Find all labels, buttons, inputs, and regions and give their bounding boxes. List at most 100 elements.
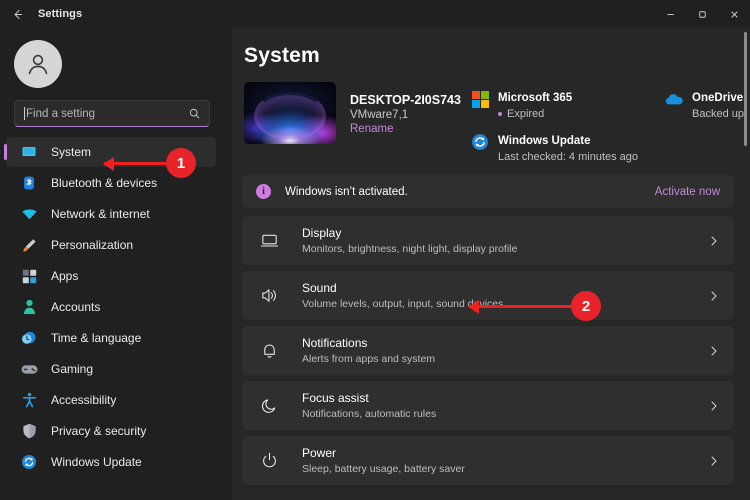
update-sync-icon <box>20 453 38 471</box>
settings-row-subtitle: Monitors, brightness, night light, displ… <box>302 243 518 255</box>
moon-icon <box>258 395 280 417</box>
close-button[interactable] <box>718 0 750 28</box>
status-card-title: Windows Update <box>498 135 591 147</box>
text-caret <box>24 107 25 120</box>
chevron-right-icon[interactable] <box>708 235 720 247</box>
sidebar-item-apps[interactable]: Apps <box>6 261 216 291</box>
person-icon <box>20 298 38 316</box>
settings-row-subtitle: Sleep, battery usage, battery saver <box>302 463 465 475</box>
status-card-subtitle: Backed up <box>692 108 745 120</box>
update-sync-icon <box>470 132 490 152</box>
settings-row-subtitle: Alerts from apps and system <box>302 353 436 365</box>
bluetooth-icon <box>20 174 38 192</box>
window-title: Settings <box>38 8 83 20</box>
settings-row-title: Notifications <box>302 336 368 350</box>
settings-row-notifications[interactable]: Notifications Alerts from apps and syste… <box>242 326 734 375</box>
sidebar-item-accounts[interactable]: Accounts <box>6 292 216 322</box>
sidebar-item-label: Accessibility <box>51 393 117 407</box>
accessibility-icon <box>20 391 38 409</box>
status-dot <box>498 112 502 116</box>
activation-banner-text: Windows isn’t activated. <box>285 185 408 198</box>
search-icon[interactable] <box>188 107 201 120</box>
activation-banner: i Windows isn’t activated. Activate now <box>242 175 734 208</box>
status-card-subtitle-text: Expired <box>507 108 545 120</box>
settings-row-title: Sound <box>302 281 337 295</box>
sidebar-item-time-language[interactable]: Time & language <box>6 323 216 353</box>
annotation-arrow-2 <box>469 305 573 308</box>
wifi-icon <box>20 205 38 223</box>
status-card-onedrive[interactable]: OneDrive Backed up <box>664 88 744 120</box>
clock-globe-icon <box>20 329 38 347</box>
sidebar-item-label: Apps <box>51 269 79 283</box>
windows-bloom-wallpaper <box>244 82 336 144</box>
settings-row-sound[interactable]: Sound Volume levels, output, input, soun… <box>242 271 734 320</box>
minimize-button[interactable] <box>654 0 686 28</box>
main-scrollbar[interactable] <box>744 32 747 146</box>
search-input[interactable] <box>26 107 188 120</box>
speaker-icon <box>258 285 280 307</box>
sidebar-item-accessibility[interactable]: Accessibility <box>6 385 216 415</box>
sidebar-item-gaming[interactable]: Gaming <box>6 354 216 384</box>
status-card-subtitle: Expired <box>498 108 572 120</box>
settings-row-focus-assist[interactable]: Focus assist Notifications, automatic ru… <box>242 381 734 430</box>
settings-row-title: Focus assist <box>302 391 369 405</box>
back-arrow-icon[interactable] <box>0 0 34 28</box>
info-icon: i <box>256 184 271 199</box>
sidebar-item-label: Privacy & security <box>51 424 147 438</box>
settings-row-power[interactable]: Power Sleep, battery usage, battery save… <box>242 436 734 485</box>
sidebar: System Bluetooth & devices Network & int… <box>0 28 232 500</box>
apps-grid-icon <box>20 267 38 285</box>
bell-icon <box>258 340 280 362</box>
activate-now-link[interactable]: Activate now <box>655 186 720 198</box>
rename-link[interactable]: Rename <box>350 123 470 135</box>
power-icon <box>258 450 280 472</box>
status-card-microsoft-365[interactable]: Microsoft 365 Expired <box>470 88 638 120</box>
maximize-button[interactable] <box>686 0 718 28</box>
sidebar-item-personalization[interactable]: Personalization <box>6 230 216 260</box>
device-model: VMware7,1 <box>350 109 409 121</box>
page-title: System <box>244 44 320 67</box>
annotation-badge-1: 1 <box>166 148 196 178</box>
sidebar-item-label: Personalization <box>51 238 134 252</box>
microsoft-logo-icon <box>470 89 490 109</box>
sidebar-item-label: Gaming <box>51 362 94 376</box>
display-monitor-icon <box>258 230 280 252</box>
sidebar-item-label: Accounts <box>51 300 101 314</box>
status-cards: Microsoft 365 Expired OneDrive Backed up… <box>470 82 750 163</box>
monitor-icon <box>20 143 38 161</box>
annotation-arrow-1 <box>104 162 166 165</box>
settings-window: Settings Find a setting System Bluetooth… <box>0 0 750 500</box>
chevron-right-icon[interactable] <box>708 345 720 357</box>
device-info: DESKTOP-2I0S743 VMware7,1 Rename <box>350 82 470 135</box>
paintbrush-icon <box>20 236 38 254</box>
sidebar-item-privacy-security[interactable]: Privacy & security <box>6 416 216 446</box>
sidebar-item-label: Windows Update <box>51 455 142 469</box>
settings-rows: Display Monitors, brightness, night ligh… <box>242 216 734 485</box>
shield-icon <box>20 422 38 440</box>
chevron-right-icon[interactable] <box>708 290 720 302</box>
status-card-windows-update[interactable]: Windows Update Last checked: 4 minutes a… <box>470 131 638 163</box>
user-avatar-icon[interactable] <box>14 40 62 88</box>
settings-row-display[interactable]: Display Monitors, brightness, night ligh… <box>242 216 734 265</box>
sidebar-item-label: Time & language <box>51 331 142 345</box>
sidebar-item-windows-update[interactable]: Windows Update <box>6 447 216 477</box>
annotation-badge-2: 2 <box>571 291 601 321</box>
main-content: System DESKTOP-2I0S743 VMware7,1 Rename <box>232 28 750 500</box>
avatar-container[interactable] <box>0 28 224 98</box>
sidebar-nav-list: System Bluetooth & devices Network & int… <box>0 137 224 477</box>
title-bar: Settings <box>0 0 750 28</box>
status-card-title: OneDrive <box>692 92 744 104</box>
sidebar-item-label: Bluetooth & devices <box>51 176 158 190</box>
settings-row-subtitle: Notifications, automatic rules <box>302 408 437 420</box>
settings-row-title: Power <box>302 446 337 460</box>
sidebar-item-network-internet[interactable]: Network & internet <box>6 199 216 229</box>
sidebar-item-label: Network & internet <box>51 207 150 221</box>
status-card-subtitle: Last checked: 4 minutes ago <box>498 151 639 163</box>
onedrive-cloud-icon <box>664 89 684 109</box>
chevron-right-icon[interactable] <box>708 400 720 412</box>
settings-row-title: Display <box>302 226 342 240</box>
chevron-right-icon[interactable] <box>708 455 720 467</box>
device-name: DESKTOP-2I0S743 <box>350 93 461 107</box>
gamepad-icon <box>20 360 38 378</box>
search-box[interactable] <box>14 100 210 127</box>
